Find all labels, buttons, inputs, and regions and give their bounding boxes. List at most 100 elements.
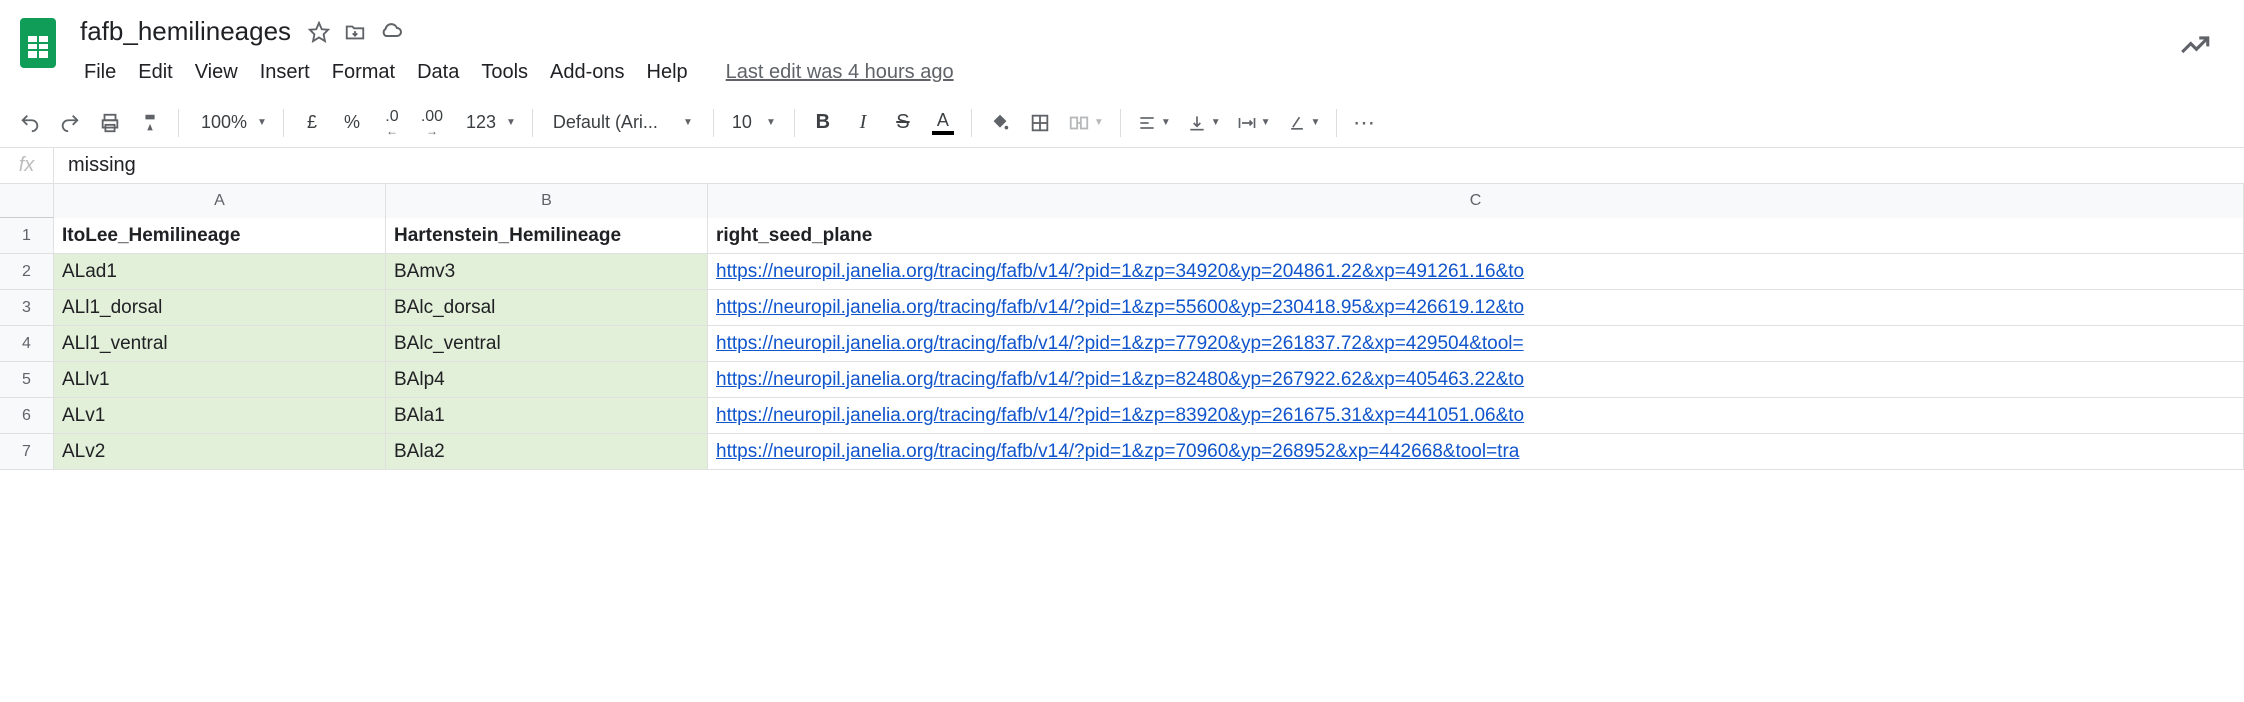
zoom-dropdown[interactable]: 100% ▼ xyxy=(189,112,273,133)
cell[interactable]: ALlv1 xyxy=(54,362,386,398)
cell[interactable]: ALv1 xyxy=(54,398,386,434)
cell-link[interactable]: https://neuropil.janelia.org/tracing/faf… xyxy=(708,290,2244,326)
row-header[interactable]: 4 xyxy=(0,326,54,362)
print-button[interactable] xyxy=(92,105,128,141)
numfmt-label: 123 xyxy=(460,112,502,133)
column-header-A[interactable]: A xyxy=(54,184,386,218)
star-icon[interactable] xyxy=(305,18,333,46)
cell[interactable]: BAlc_dorsal xyxy=(386,290,708,326)
cell[interactable]: right_seed_plane xyxy=(708,218,2244,254)
borders-button[interactable] xyxy=(1022,105,1058,141)
cell-link[interactable]: https://neuropil.janelia.org/tracing/faf… xyxy=(708,434,2244,470)
cell[interactable]: ALl1_dorsal xyxy=(54,290,386,326)
chevron-down-icon: ▼ xyxy=(1161,117,1171,128)
more-toolbar-button[interactable]: ⋯ xyxy=(1347,105,1383,141)
dec-increase-label: .00 xyxy=(415,109,449,125)
separator xyxy=(1336,109,1337,137)
text-wrap-dropdown[interactable]: ▼ xyxy=(1231,113,1277,133)
table-row: ALad1 BAmv3 https://neuropil.janelia.org… xyxy=(54,254,2244,290)
cell[interactable]: ALl1_ventral xyxy=(54,326,386,362)
text-rotation-dropdown[interactable]: ▼ xyxy=(1281,113,1327,133)
cell[interactable]: BAla2 xyxy=(386,434,708,470)
vertical-align-dropdown[interactable]: ▼ xyxy=(1181,113,1227,133)
menu-addons[interactable]: Add-ons xyxy=(540,57,635,88)
separator xyxy=(532,109,533,137)
cell-link[interactable]: https://neuropil.janelia.org/tracing/faf… xyxy=(708,254,2244,290)
cell-link[interactable]: https://neuropil.janelia.org/tracing/faf… xyxy=(708,326,2244,362)
redo-button[interactable] xyxy=(52,105,88,141)
fx-label[interactable]: fx xyxy=(0,148,54,183)
table-row: ALv1 BAla1 https://neuropil.janelia.org/… xyxy=(54,398,2244,434)
text-color-button[interactable]: A xyxy=(925,105,961,141)
cell[interactable]: ALv2 xyxy=(54,434,386,470)
sheets-logo[interactable] xyxy=(12,8,64,78)
column-header-B[interactable]: B xyxy=(386,184,708,218)
cell[interactable]: BAlp4 xyxy=(386,362,708,398)
row-header[interactable]: 5 xyxy=(0,362,54,398)
menu-insert[interactable]: Insert xyxy=(250,57,320,88)
separator xyxy=(971,109,972,137)
cell[interactable]: BAla1 xyxy=(386,398,708,434)
spreadsheet-grid: 1 2 3 4 5 6 7 A B C ItoLee_Hemilineage H… xyxy=(0,184,2244,470)
paint-format-button[interactable] xyxy=(132,105,168,141)
bold-button[interactable]: B xyxy=(805,105,841,141)
percent-label: % xyxy=(338,112,366,133)
select-all-corner[interactable] xyxy=(0,184,54,218)
cell[interactable]: ALad1 xyxy=(54,254,386,290)
cell[interactable]: BAlc_ventral xyxy=(386,326,708,362)
table-row: ALlv1 BAlp4 https://neuropil.janelia.org… xyxy=(54,362,2244,398)
font-family-dropdown[interactable]: Default (Ari... ▼ xyxy=(543,106,703,140)
cell[interactable]: BAmv3 xyxy=(386,254,708,290)
menu-edit[interactable]: Edit xyxy=(128,57,182,88)
font-name: Default (Ari... xyxy=(553,112,658,133)
merge-cells-dropdown[interactable]: ▼ xyxy=(1062,112,1110,134)
percent-button[interactable]: % xyxy=(334,105,370,141)
chevron-down-icon: ▼ xyxy=(257,117,267,128)
currency-button[interactable]: £ xyxy=(294,105,330,141)
fill-color-button[interactable] xyxy=(982,105,1018,141)
cell-link[interactable]: https://neuropil.janelia.org/tracing/faf… xyxy=(708,362,2244,398)
docs-header: fafb_hemilineages File Edit View Inse xyxy=(0,0,2244,88)
menu-file[interactable]: File xyxy=(74,57,126,88)
font-size-dropdown[interactable]: 10 ▼ xyxy=(724,112,784,133)
menu-format[interactable]: Format xyxy=(322,57,405,88)
dec-decrease-label: .0 xyxy=(379,109,404,125)
cloud-status-icon[interactable] xyxy=(377,18,405,46)
separator xyxy=(713,109,714,137)
menu-data[interactable]: Data xyxy=(407,57,469,88)
table-row: ItoLee_Hemilineage Hartenstein_Hemilinea… xyxy=(54,218,2244,254)
row-header[interactable]: 1 xyxy=(0,218,54,254)
italic-button[interactable]: I xyxy=(845,105,881,141)
chevron-down-icon: ▼ xyxy=(1311,117,1321,128)
chevron-down-icon: ▼ xyxy=(1094,117,1104,128)
cell[interactable]: ItoLee_Hemilineage xyxy=(54,218,386,254)
chevron-down-icon: ▼ xyxy=(766,117,776,128)
number-format-dropdown[interactable]: 123 ▼ xyxy=(454,112,522,133)
column-header-C[interactable]: C xyxy=(708,184,2244,218)
row-header[interactable]: 3 xyxy=(0,290,54,326)
menu-help[interactable]: Help xyxy=(637,57,698,88)
increase-decimal-button[interactable]: .00 → xyxy=(414,105,450,141)
separator xyxy=(178,109,179,137)
chevron-down-icon: ▼ xyxy=(1261,117,1271,128)
separator xyxy=(283,109,284,137)
formula-bar: fx xyxy=(0,148,2244,184)
row-header[interactable]: 2 xyxy=(0,254,54,290)
menu-tools[interactable]: Tools xyxy=(471,57,538,88)
cell[interactable]: Hartenstein_Hemilineage xyxy=(386,218,708,254)
menu-bar: File Edit View Insert Format Data Tools … xyxy=(74,53,954,88)
row-header[interactable]: 6 xyxy=(0,398,54,434)
document-title[interactable]: fafb_hemilineages xyxy=(74,14,297,49)
formula-input[interactable] xyxy=(54,148,2244,183)
activity-icon[interactable] xyxy=(2178,28,2212,65)
menu-view[interactable]: View xyxy=(185,57,248,88)
cell-link[interactable]: https://neuropil.janelia.org/tracing/faf… xyxy=(708,398,2244,434)
last-edit-link[interactable]: Last edit was 4 hours ago xyxy=(726,61,954,84)
move-icon[interactable] xyxy=(341,18,369,46)
strikethrough-button[interactable]: S xyxy=(885,105,921,141)
horizontal-align-dropdown[interactable]: ▼ xyxy=(1131,113,1177,133)
row-header[interactable]: 7 xyxy=(0,434,54,470)
decrease-decimal-button[interactable]: .0 ← xyxy=(374,105,410,141)
table-row: ALl1_ventral BAlc_ventral https://neurop… xyxy=(54,326,2244,362)
undo-button[interactable] xyxy=(12,105,48,141)
